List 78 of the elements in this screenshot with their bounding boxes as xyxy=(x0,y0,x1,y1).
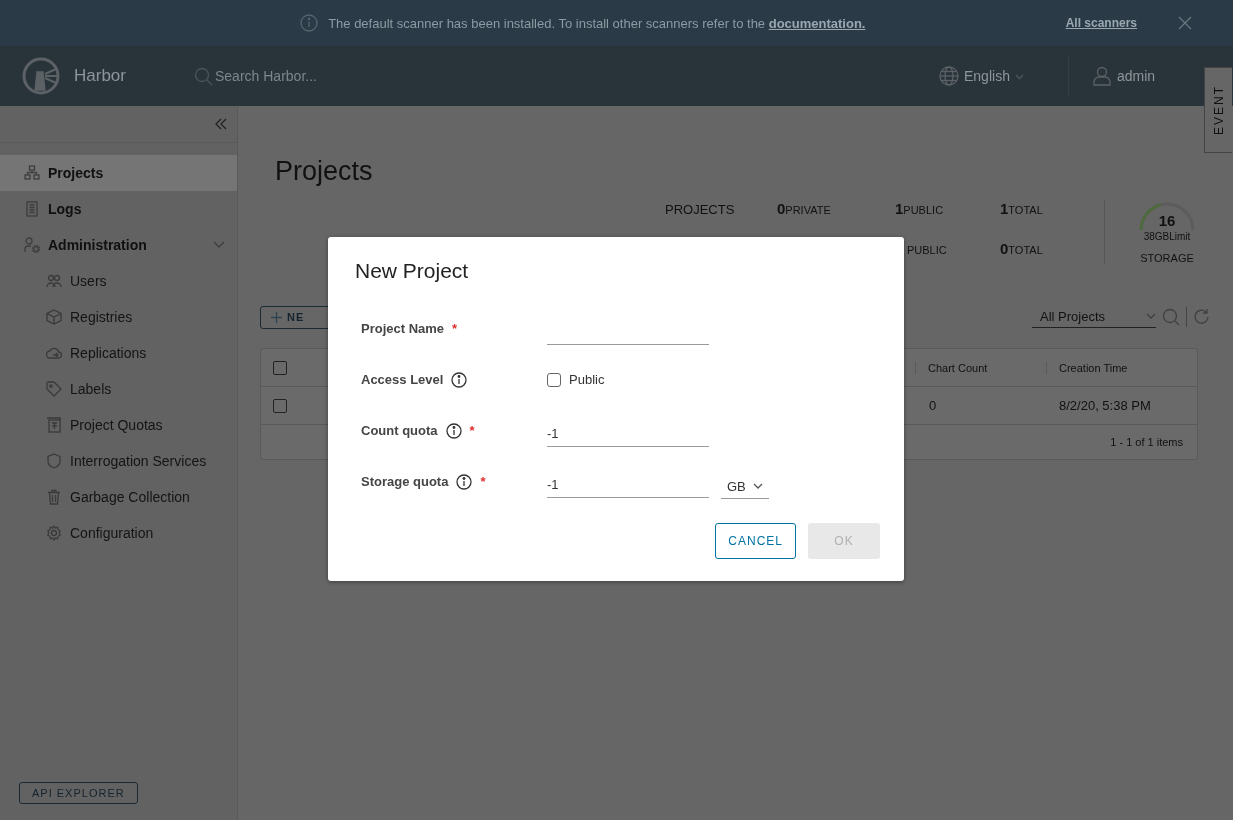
checkbox[interactable] xyxy=(547,372,561,387)
close-icon[interactable] xyxy=(1177,15,1193,31)
field-label: Count quota xyxy=(361,423,438,438)
cloud-icon xyxy=(46,345,62,361)
double-chevron-icon[interactable] xyxy=(215,118,227,130)
trash-icon xyxy=(46,489,62,505)
dialog-title: New Project xyxy=(355,259,470,283)
storage-limit: 38GBLimit xyxy=(1143,231,1191,242)
required-mark: * xyxy=(469,423,475,438)
user-icon xyxy=(1092,66,1111,86)
all-scanners-link[interactable]: All scanners xyxy=(1065,16,1137,30)
storage-label: STORAGE xyxy=(1140,252,1194,264)
nav-subitem[interactable]: Users xyxy=(0,263,237,299)
stat-value: PUBLIC xyxy=(906,244,948,256)
unit-select[interactable]: GB xyxy=(721,472,769,499)
caret-icon xyxy=(1146,313,1156,319)
search-field[interactable]: Search Harbor... xyxy=(215,68,415,84)
project-filter[interactable]: All Projects xyxy=(1032,306,1156,328)
required-mark: * xyxy=(452,321,458,336)
caret-icon xyxy=(753,483,763,489)
stat-heading: PROJECTS xyxy=(665,202,736,217)
checkbox[interactable] xyxy=(273,360,287,375)
nav-subitem[interactable]: Labels xyxy=(0,371,237,407)
user-gear-icon xyxy=(24,237,40,253)
nav-subitem[interactable]: Project Quotas xyxy=(0,407,237,443)
column-header[interactable]: Chart Count xyxy=(915,361,1046,374)
nav-subitem[interactable]: Replications xyxy=(0,335,237,371)
caret-icon xyxy=(1014,72,1024,80)
lighthouse-logo xyxy=(22,57,60,95)
nav-item[interactable]: Administration xyxy=(0,227,237,263)
info-icon[interactable] xyxy=(451,371,468,388)
document-icon xyxy=(24,201,40,217)
field-label: Access Level xyxy=(361,372,444,387)
nav-subitem[interactable]: Configuration xyxy=(0,515,237,551)
checkbox[interactable] xyxy=(273,398,287,413)
app-name: Harbor xyxy=(74,66,127,86)
checkbox-label: Public xyxy=(569,372,605,387)
info-icon[interactable] xyxy=(445,422,462,439)
plus-icon xyxy=(271,311,282,323)
info-icon xyxy=(300,14,319,32)
search-icon[interactable] xyxy=(194,66,213,86)
refresh-icon[interactable] xyxy=(1193,308,1211,326)
banner-message: The default scanner has been installed. To install other scanners refer to the documentation. xyxy=(328,15,866,31)
nav-subitem[interactable]: Registries xyxy=(0,299,237,335)
pagination-text: 1 - 1 of 1 items xyxy=(1110,436,1183,448)
event-tab[interactable]: EVENT xyxy=(1204,67,1232,153)
hierarchy-icon xyxy=(24,165,40,181)
documentation-link[interactable]: documentation. xyxy=(768,15,866,31)
storage-value: 16 xyxy=(1158,212,1176,229)
gauge-icon xyxy=(1137,200,1197,232)
chevron-icon xyxy=(213,240,225,250)
stat-value: 1TOTAL xyxy=(1000,200,1044,217)
nav-subitem[interactable]: Garbage Collection xyxy=(0,479,237,515)
field-label: Storage quota xyxy=(361,474,449,489)
gear-icon xyxy=(46,525,62,541)
api-explorer-button[interactable]: API EXPLORER xyxy=(19,782,138,804)
tag-icon xyxy=(46,381,62,397)
page-title: Projects xyxy=(275,156,374,188)
stat-value: 0PRIVATE xyxy=(777,200,832,217)
nav-subitem[interactable]: Interrogation Services xyxy=(0,443,237,479)
language-menu[interactable]: English xyxy=(939,56,1069,96)
info-icon[interactable] xyxy=(456,473,473,490)
nav-item[interactable]: Logs xyxy=(0,191,237,227)
stat-value: 1PUBLIC xyxy=(895,200,945,217)
globe-icon xyxy=(939,66,959,86)
search-icon[interactable] xyxy=(1162,308,1180,326)
quota-icon xyxy=(46,417,62,433)
people-icon xyxy=(46,273,62,289)
table-cell-text: 8/2/20, 5:38 PM xyxy=(1058,398,1152,413)
shield-icon xyxy=(46,453,62,469)
table-cell-text: 0 xyxy=(928,398,938,413)
stat-value: 0TOTAL xyxy=(1000,240,1044,257)
column-header[interactable]: Creation Time xyxy=(1046,361,1197,374)
cancel-button[interactable]: CANCEL xyxy=(715,523,796,559)
cube-icon xyxy=(46,309,62,325)
user-menu[interactable]: admin xyxy=(1092,66,1156,86)
nav-item[interactable]: Projects xyxy=(0,155,237,191)
required-mark: * xyxy=(480,474,486,489)
